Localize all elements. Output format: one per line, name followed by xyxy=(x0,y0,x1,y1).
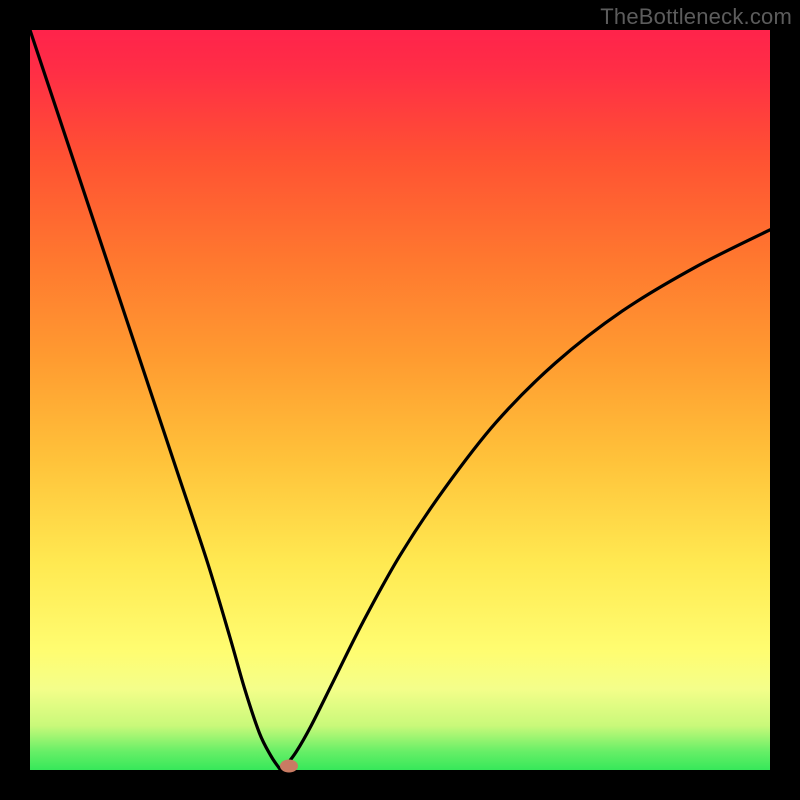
chart-frame: TheBottleneck.com xyxy=(0,0,800,800)
chart-svg xyxy=(30,30,770,770)
attribution-text: TheBottleneck.com xyxy=(600,4,792,30)
notch-marker xyxy=(280,760,298,773)
bottleneck-curve xyxy=(30,30,770,770)
chart-plot-area xyxy=(30,30,770,770)
